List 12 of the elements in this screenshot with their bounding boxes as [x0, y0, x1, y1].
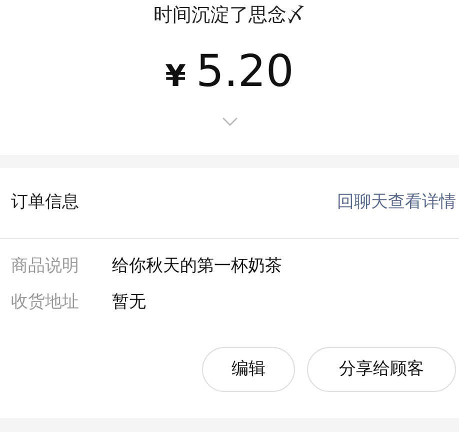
section-title: 订单信息 — [11, 191, 79, 214]
field-label: 商品说明 — [11, 255, 80, 278]
field-value: 给你秋天的第一杯奶茶 — [112, 255, 282, 278]
edit-button[interactable]: 编辑 — [202, 347, 295, 392]
payment-amount: 5.20 — [196, 48, 294, 96]
payment-note: 时间沉淀了思念〆 — [154, 3, 306, 28]
currency-symbol: ¥ — [165, 58, 186, 96]
share-button[interactable]: 分享给顾客 — [307, 347, 456, 392]
field-label: 收货地址 — [11, 291, 80, 314]
chat-details-link[interactable]: 回聊天查看详情 — [337, 190, 456, 216]
chevron-down-icon[interactable] — [222, 117, 238, 126]
field-value: 暂无 — [112, 291, 146, 314]
